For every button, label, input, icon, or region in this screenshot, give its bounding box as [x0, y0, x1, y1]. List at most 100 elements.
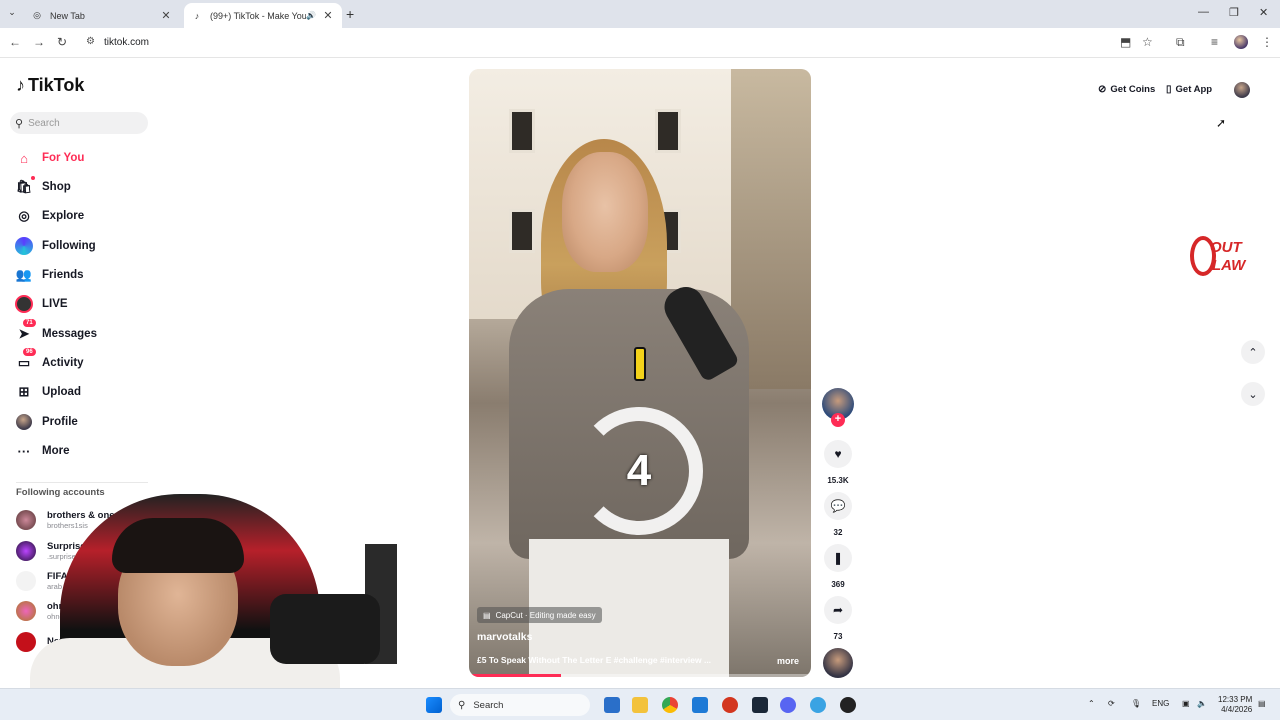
video-progress-bar[interactable]	[469, 674, 811, 677]
mouse-cursor-icon: ➚	[1216, 116, 1227, 130]
search-icon: ⚲	[15, 117, 24, 130]
capcut-icon: ▤	[483, 610, 491, 620]
store-icon[interactable]	[604, 697, 620, 713]
chrome-icon[interactable]	[662, 697, 678, 713]
sidebar-item-for-you[interactable]: ⌂ For You	[15, 148, 84, 168]
minimize-icon[interactable]: —	[1198, 6, 1209, 18]
notification-icon[interactable]: ▤	[1258, 699, 1266, 708]
sidebar-item-upload[interactable]: ⊞ Upload	[15, 382, 81, 402]
comment-icon[interactable]: 💬	[824, 492, 852, 520]
close-icon[interactable]: ✕	[322, 9, 334, 22]
reload-icon[interactable]: ↻	[57, 35, 67, 49]
music-disc-avatar[interactable]	[823, 648, 853, 678]
capcut-badge[interactable]: ▤ CapCut · Editing made easy	[477, 607, 602, 623]
tray-chevron-up-icon[interactable]: ⌃	[1088, 699, 1095, 708]
steam-icon[interactable]	[752, 697, 768, 713]
tiktok-logo[interactable]: ♪ TikTok	[16, 75, 84, 96]
upload-icon: ⊞	[18, 384, 30, 399]
sidebar-item-label: Upload	[42, 386, 81, 398]
speaker-icon[interactable]: 🔊	[306, 11, 318, 20]
file-explorer-icon[interactable]	[632, 697, 648, 713]
bookmark-star-icon[interactable]: ☆	[1142, 35, 1153, 49]
share-icon[interactable]: ➦	[824, 596, 852, 624]
obs-icon[interactable]	[840, 697, 856, 713]
outlaw-text-1: OUT	[1210, 239, 1242, 256]
extensions-icon[interactable]: ⧉	[1176, 35, 1185, 50]
user-avatar[interactable]	[1234, 82, 1250, 98]
sidebar-item-label: More	[42, 445, 70, 457]
get-app-label: Get App	[1175, 84, 1213, 95]
taskbar-search-input[interactable]: ⚲ Search	[450, 694, 590, 716]
sidebar-item-shop[interactable]: 🛍 Shop	[15, 176, 71, 197]
discord-icon[interactable]	[780, 697, 796, 713]
app-icon[interactable]	[692, 697, 708, 713]
browser-toolbar: ← → ↻ ⚙ tiktok.com ⬒ ☆ ⧉ ≡ ⋮	[0, 28, 1280, 58]
tab-list-chevron-icon[interactable]: ⌄	[5, 7, 19, 21]
get-app-button[interactable]: ▯ Get App	[1166, 84, 1212, 95]
search-placeholder: Search	[28, 117, 60, 129]
tab-title: New Tab	[50, 10, 85, 21]
search-input[interactable]: ⚲ Search	[10, 112, 148, 134]
install-app-icon[interactable]: ⬒	[1120, 35, 1131, 49]
tab-tiktok[interactable]: ♪ (99+) TikTok - Make Your Day 🔊 ✕	[184, 3, 342, 28]
tab-new-tab[interactable]: ◎ New Tab ✕	[24, 3, 180, 28]
sidebar-item-label: Activity	[42, 357, 84, 369]
sidebar-item-friends[interactable]: 👥 Friends	[15, 265, 84, 285]
like-heart-icon[interactable]: ♥	[824, 440, 852, 468]
language-indicator[interactable]: ENG	[1152, 699, 1169, 708]
search-icon: ⚲	[458, 699, 466, 711]
sidebar-item-activity[interactable]: ▭ 96 Activity	[15, 348, 84, 373]
network-icon[interactable]: ▣	[1182, 699, 1190, 708]
close-icon[interactable]: ✕	[160, 9, 172, 22]
sidebar-item-label: Shop	[42, 181, 71, 193]
bookmark-icon[interactable]: ❚	[824, 544, 852, 572]
sidebar-item-messages[interactable]: ➤ 71 Messages	[15, 319, 97, 344]
yellow-bar-overlay	[634, 347, 646, 381]
app-icon[interactable]	[722, 697, 738, 713]
share-count: 73	[833, 632, 843, 641]
building-window	[509, 209, 535, 253]
previous-video-chevron-up-icon[interactable]: ⌃	[1241, 340, 1265, 364]
restore-icon[interactable]: ❐	[1229, 6, 1239, 19]
sidebar-item-label: LIVE	[42, 298, 68, 310]
get-coins-button[interactable]: ⊘ Get Coins	[1098, 84, 1155, 95]
profile-avatar	[15, 413, 33, 431]
volume-icon[interactable]: 🔈	[1197, 699, 1207, 708]
address-bar[interactable]: tiktok.com	[104, 37, 149, 48]
microphone-icon[interactable]: 🎙	[1131, 699, 1141, 708]
browser-tab-strip: ⌄ ◎ New Tab ✕ ♪ (99+) TikTok - Make Your…	[0, 0, 1280, 28]
next-video-chevron-down-icon[interactable]: ⌄	[1241, 382, 1265, 406]
sidebar-item-live[interactable]: LIVE	[15, 294, 68, 314]
back-icon[interactable]: ←	[9, 35, 21, 49]
outlaw-text-2: LAW	[1212, 257, 1246, 274]
forward-icon[interactable]: →	[33, 35, 45, 49]
window-close-icon[interactable]: ✕	[1259, 6, 1268, 19]
video-player[interactable]: 4 ▤ CapCut · Editing made easy marvotalk…	[469, 69, 811, 677]
site-info-icon[interactable]: ⚙	[86, 36, 95, 47]
windows-start-icon[interactable]	[426, 697, 442, 713]
app-icon[interactable]	[810, 697, 826, 713]
browser-menu-icon[interactable]: ⋮	[1261, 35, 1273, 49]
follow-plus-icon[interactable]: +	[831, 413, 845, 427]
media-control-icon[interactable]: ≡	[1211, 35, 1218, 49]
tray-app-icon[interactable]: ⟳	[1108, 699, 1115, 708]
sidebar-item-label: Explore	[42, 210, 85, 222]
streamer-webcam	[0, 488, 397, 720]
compass-icon: ◎	[18, 208, 30, 223]
sidebar-item-label: For You	[42, 152, 85, 164]
new-tab-button[interactable]: +	[346, 6, 354, 22]
sidebar-item-explore[interactable]: ◎ Explore	[15, 206, 84, 226]
sidebar-item-label: Following	[42, 240, 96, 252]
sidebar-item-label: Profile	[42, 416, 78, 428]
caption-more-button[interactable]: more	[777, 656, 799, 666]
messages-icon: ➤ 71	[15, 319, 36, 343]
system-clock[interactable]: 12:33 PM 4/4/2026	[1218, 695, 1252, 715]
video-author[interactable]: marvotalks	[477, 631, 532, 643]
sidebar-item-following[interactable]: Following	[15, 236, 96, 256]
browser-profile-avatar[interactable]	[1234, 35, 1248, 49]
coin-icon: ⊘	[1098, 84, 1107, 95]
sidebar-item-more[interactable]: ··· More	[15, 441, 70, 461]
sidebar-item-profile[interactable]: Profile	[15, 412, 78, 432]
video-caption: £5 To Speak Without The Letter E #challe…	[477, 655, 712, 665]
tiktok-icon: ♪	[194, 10, 200, 21]
